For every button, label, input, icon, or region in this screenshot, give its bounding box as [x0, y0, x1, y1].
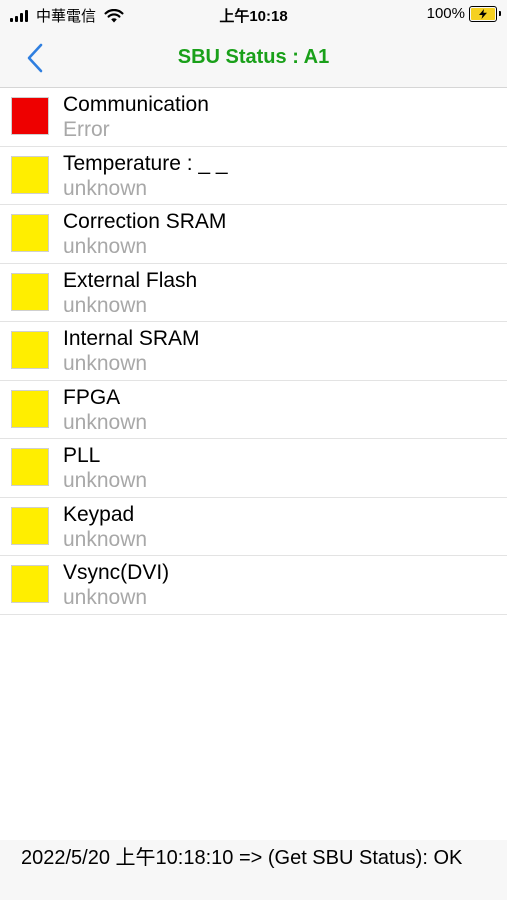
item-title: Temperature : _ _ — [63, 151, 228, 175]
list-item[interactable]: PLL unknown — [0, 439, 507, 498]
item-title: Communication — [63, 93, 209, 116]
list-item[interactable]: Temperature : _ _ unknown — [0, 147, 507, 205]
item-title: External Flash — [63, 268, 198, 292]
status-indicator — [11, 448, 49, 486]
status-indicator — [11, 272, 49, 311]
status-indicator — [11, 97, 49, 135]
status-list: Communication Error Temperature : _ _ un… — [0, 88, 507, 615]
status-indicator — [11, 565, 49, 603]
item-status: unknown — [63, 235, 148, 258]
item-status: unknown — [63, 586, 148, 609]
list-item[interactable]: Vsync(DVI) unknown — [0, 556, 507, 615]
item-title: Keypad — [63, 502, 135, 526]
status-bar: 中華電信 上午10:18 100% — [0, 0, 507, 30]
list-item[interactable]: FPGA unknown — [0, 381, 507, 439]
charging-bolt-icon — [479, 8, 487, 19]
navigation-bar: SBU Status : A1 — [0, 30, 507, 88]
list-item[interactable]: External Flash unknown — [0, 264, 507, 322]
status-indicator — [11, 155, 49, 194]
page-title: SBU Status : A1 — [177, 46, 330, 68]
item-title: Internal SRAM — [63, 327, 200, 350]
item-status: unknown — [63, 352, 148, 375]
item-status: unknown — [63, 527, 148, 551]
item-status: unknown — [63, 293, 148, 317]
status-bar-right: 100% — [426, 5, 501, 22]
status-indicator — [11, 389, 49, 428]
item-title: FPGA — [63, 385, 121, 409]
item-status: unknown — [63, 176, 148, 200]
item-title: Correction SRAM — [63, 210, 227, 233]
list-item[interactable]: Internal SRAM unknown — [0, 322, 507, 381]
item-status: unknown — [63, 410, 148, 434]
battery-icon — [469, 5, 501, 22]
item-title: PLL — [63, 444, 101, 467]
log-message: 2022/5/20 上午10:18:10 => (Get SBU Status)… — [21, 847, 463, 869]
list-item[interactable]: Keypad unknown — [0, 498, 507, 556]
status-indicator — [11, 331, 49, 369]
list-item[interactable]: Correction SRAM unknown — [0, 205, 507, 264]
list-item[interactable]: Communication Error — [0, 88, 507, 147]
battery-percentage: 100% — [426, 5, 465, 22]
footer-log: 2022/5/20 上午10:18:10 => (Get SBU Status)… — [0, 840, 507, 900]
item-status: Error — [63, 118, 110, 141]
status-indicator — [11, 506, 49, 545]
item-title: Vsync(DVI) — [63, 561, 170, 584]
status-indicator — [11, 214, 49, 252]
item-status: unknown — [63, 469, 148, 492]
